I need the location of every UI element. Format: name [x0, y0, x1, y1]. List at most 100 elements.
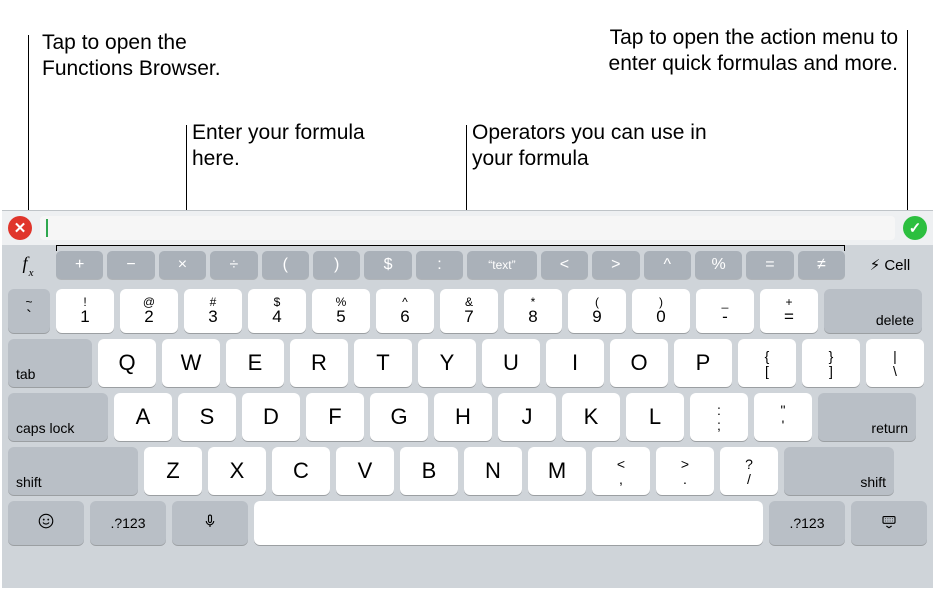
key-upper: &	[465, 296, 473, 308]
functions-browser-button[interactable]: fx	[10, 250, 46, 280]
operator-key-7[interactable]: :	[416, 251, 463, 279]
left-numsym-key[interactable]: .?123	[90, 501, 166, 545]
key-f[interactable]: F	[306, 393, 364, 441]
operator-key-4[interactable]: (	[262, 251, 309, 279]
key-3[interactable]: #3	[184, 289, 242, 333]
key-lower: 9	[592, 308, 601, 327]
right-numsym-key[interactable]: .?123	[769, 501, 845, 545]
key-=[interactable]: +=	[760, 289, 818, 333]
cancel-button[interactable]: ✕	[8, 216, 32, 240]
space-key[interactable]	[254, 501, 763, 545]
key-`[interactable]: ~`	[8, 289, 50, 333]
key-upper: )	[659, 296, 663, 308]
keyboard-row-5: .?123 .?123	[8, 501, 927, 545]
key-h[interactable]: H	[434, 393, 492, 441]
key-n[interactable]: N	[464, 447, 522, 495]
key-t[interactable]: T	[354, 339, 412, 387]
key-9[interactable]: (9	[568, 289, 626, 333]
operator-key-14[interactable]: ≠	[798, 251, 845, 279]
key-6[interactable]: ^6	[376, 289, 434, 333]
key-upper: (	[595, 296, 599, 308]
operator-key-6[interactable]: $	[364, 251, 411, 279]
key-c[interactable]: C	[272, 447, 330, 495]
key-label: delete	[876, 312, 914, 328]
key-punct[interactable]: :;	[690, 393, 748, 441]
key-bracket[interactable]: {[	[738, 339, 796, 387]
key-5[interactable]: %5	[312, 289, 370, 333]
key-i[interactable]: I	[546, 339, 604, 387]
operator-key-13[interactable]: =	[746, 251, 793, 279]
formula-keyboard-panel: ✕ ✓ fx +−×÷()$:“text”<>^%=≠ ⚡︎ Cell ~`!1…	[2, 210, 933, 588]
formula-input[interactable]	[40, 216, 895, 240]
key-lower: -	[722, 308, 728, 327]
key-0[interactable]: )0	[632, 289, 690, 333]
key-8[interactable]: *8	[504, 289, 562, 333]
key-g[interactable]: G	[370, 393, 428, 441]
left-shift-key[interactable]: shift	[8, 447, 138, 495]
key-z[interactable]: Z	[144, 447, 202, 495]
key-punct[interactable]: <,	[592, 447, 650, 495]
key-k[interactable]: K	[562, 393, 620, 441]
dictation-key[interactable]	[172, 501, 248, 545]
key--[interactable]: _-	[696, 289, 754, 333]
key-r[interactable]: R	[290, 339, 348, 387]
key-a[interactable]: A	[114, 393, 172, 441]
key-punct[interactable]: ?/	[720, 447, 778, 495]
caps-lock-key[interactable]: caps lock	[8, 393, 108, 441]
operator-bar: +−×÷()$:“text”<>^%=≠	[56, 251, 845, 279]
key-upper: $	[274, 296, 281, 308]
key-x[interactable]: X	[208, 447, 266, 495]
key-m[interactable]: M	[528, 447, 586, 495]
operator-key-10[interactable]: >	[592, 251, 639, 279]
dismiss-keyboard-key[interactable]	[851, 501, 927, 545]
key-label: .?123	[110, 515, 145, 531]
key-w[interactable]: W	[162, 339, 220, 387]
key-d[interactable]: D	[242, 393, 300, 441]
accept-button[interactable]: ✓	[903, 216, 927, 240]
callout-functions-browser: Tap to open the Functions Browser.	[42, 30, 262, 83]
key-bracket[interactable]: }]	[802, 339, 860, 387]
key-1[interactable]: !1	[56, 289, 114, 333]
key-lower: 7	[464, 308, 473, 327]
operator-key-2[interactable]: ×	[159, 251, 206, 279]
cell-action-button[interactable]: ⚡︎ Cell	[855, 250, 925, 280]
operator-key-12[interactable]: %	[695, 251, 742, 279]
key-o[interactable]: O	[610, 339, 668, 387]
keyboard-row-3: caps lock ASDFGHJKL:;"' return	[8, 393, 927, 441]
operator-key-1[interactable]: −	[107, 251, 154, 279]
key-bracket[interactable]: |\	[866, 339, 924, 387]
emoji-icon	[37, 512, 55, 535]
right-shift-key[interactable]: shift	[784, 447, 894, 495]
key-p[interactable]: P	[674, 339, 732, 387]
operator-key-8[interactable]: “text”	[467, 251, 537, 279]
key-l[interactable]: L	[626, 393, 684, 441]
formula-toolbar: fx +−×÷()$:“text”<>^%=≠ ⚡︎ Cell	[2, 245, 933, 285]
key-u[interactable]: U	[482, 339, 540, 387]
key-4[interactable]: $4	[248, 289, 306, 333]
key-2[interactable]: @2	[120, 289, 178, 333]
key-y[interactable]: Y	[418, 339, 476, 387]
emoji-key[interactable]	[8, 501, 84, 545]
key-q[interactable]: Q	[98, 339, 156, 387]
operator-key-0[interactable]: +	[56, 251, 103, 279]
key-v[interactable]: V	[336, 447, 394, 495]
operator-key-3[interactable]: ÷	[210, 251, 257, 279]
key-lower: =	[784, 308, 794, 327]
key-lower: 2	[144, 308, 153, 327]
key-upper: ^	[402, 296, 408, 308]
delete-key[interactable]: delete	[824, 289, 922, 333]
key-upper: !	[83, 296, 86, 308]
key-7[interactable]: &7	[440, 289, 498, 333]
key-b[interactable]: B	[400, 447, 458, 495]
operator-key-9[interactable]: <	[541, 251, 588, 279]
key-j[interactable]: J	[498, 393, 556, 441]
return-key[interactable]: return	[818, 393, 916, 441]
operator-key-11[interactable]: ^	[644, 251, 691, 279]
key-e[interactable]: E	[226, 339, 284, 387]
key-punct[interactable]: "'	[754, 393, 812, 441]
key-s[interactable]: S	[178, 393, 236, 441]
key-punct[interactable]: >.	[656, 447, 714, 495]
operator-key-5[interactable]: )	[313, 251, 360, 279]
key-lower: 5	[336, 308, 345, 327]
tab-key[interactable]: tab	[8, 339, 92, 387]
